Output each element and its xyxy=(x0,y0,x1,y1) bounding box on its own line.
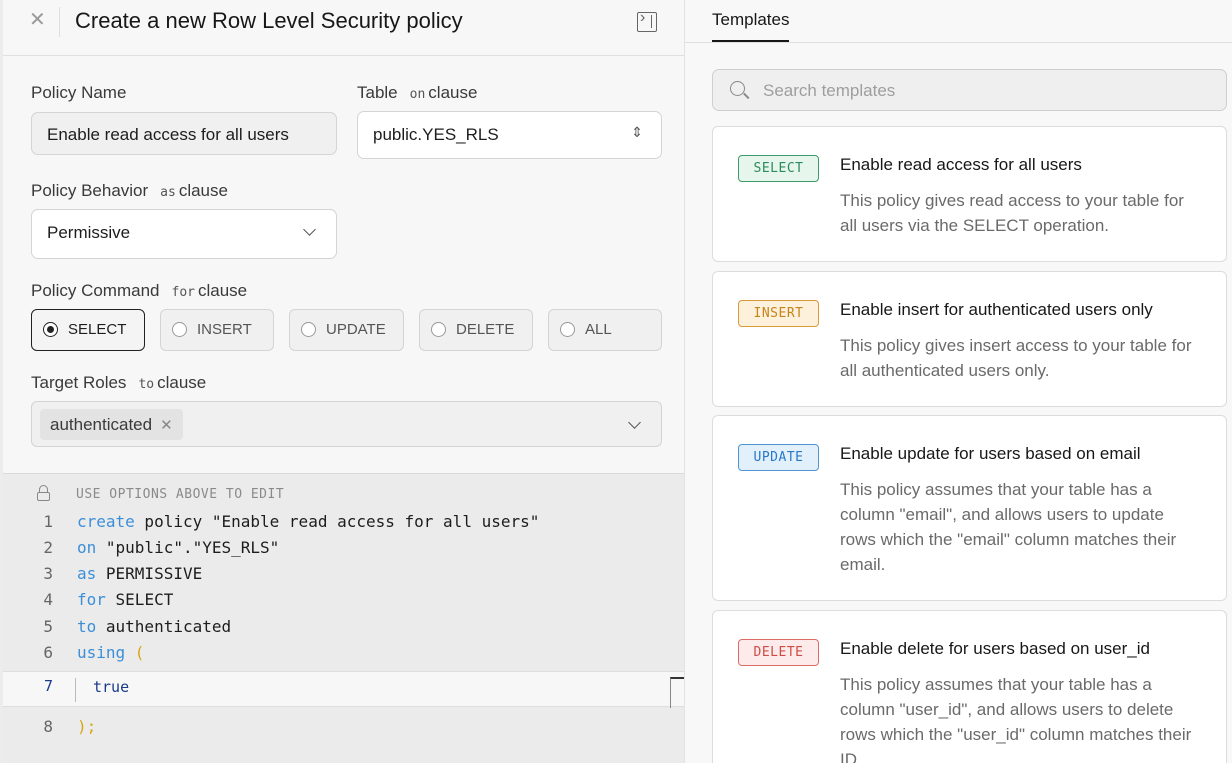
policy-command-label: Policy Command for clause xyxy=(31,281,248,300)
command-radio-select[interactable]: SELECT xyxy=(31,309,145,351)
search-icon xyxy=(730,81,745,96)
search-input[interactable] xyxy=(763,79,1203,103)
command-radio-insert[interactable]: INSERT xyxy=(160,309,274,351)
badge-update: UPDATE xyxy=(738,444,819,471)
template-search[interactable] xyxy=(712,69,1227,111)
line-number: 2 xyxy=(43,538,53,557)
template-description: This policy assumes that your table has … xyxy=(840,675,1192,763)
template-card-insert[interactable]: INSERT Enable insert for authenticated u… xyxy=(712,271,1227,407)
role-chip: authenticated ✕ xyxy=(40,409,183,440)
line-number: 3 xyxy=(43,564,53,583)
chevron-updown-icon: ⇕ xyxy=(631,124,643,140)
code-line: for SELECT xyxy=(77,590,174,609)
template-title: Enable update for users based on email xyxy=(840,444,1141,463)
code-line: as PERMISSIVE xyxy=(77,564,203,583)
remove-role-icon[interactable]: ✕ xyxy=(160,417,173,434)
radio-unchecked-icon xyxy=(431,322,446,337)
code-line: to authenticated xyxy=(77,617,232,636)
policy-behavior-label: Policy Behavior as clause xyxy=(31,181,228,200)
command-option-label: ALL xyxy=(585,321,612,338)
lock-icon xyxy=(37,485,50,501)
toggle-panel-icon[interactable] xyxy=(637,9,657,32)
template-card-delete[interactable]: DELETE Enable delete for users based on … xyxy=(712,610,1227,763)
template-description: This policy gives read access to your ta… xyxy=(840,191,1184,235)
policy-name-label: Policy Name xyxy=(31,83,127,102)
tab-bar: Templates xyxy=(685,0,1232,43)
table-label: Table on clause xyxy=(357,83,478,102)
role-chip-label: authenticated xyxy=(50,415,153,434)
template-card-update[interactable]: UPDATE Enable update for users based on … xyxy=(712,415,1227,601)
radio-unchecked-icon xyxy=(301,322,316,337)
line-number: 1 xyxy=(43,512,53,531)
policy-editor-panel: ✕ Create a new Row Level Security policy… xyxy=(0,0,687,763)
badge-insert: INSERT xyxy=(738,300,819,327)
template-card-select[interactable]: SELECT Enable read access for all users … xyxy=(712,126,1227,262)
target-roles-label: Target Roles to clause xyxy=(31,373,207,392)
radio-unchecked-icon xyxy=(172,322,187,337)
command-radio-delete[interactable]: DELETE xyxy=(419,309,533,351)
table-select-value: public.YES_RLS xyxy=(373,125,499,144)
chevron-down-icon xyxy=(303,223,316,236)
line-number: 6 xyxy=(43,643,53,662)
using-expression[interactable]: true xyxy=(93,678,129,696)
tab-templates[interactable]: Templates xyxy=(712,10,790,42)
command-radio-all[interactable]: ALL xyxy=(548,309,662,351)
template-title: Enable insert for authenticated users on… xyxy=(840,300,1153,319)
line-number: 7 xyxy=(43,677,53,695)
policy-name-input[interactable]: Enable read access for all users xyxy=(31,112,337,155)
template-description: This policy assumes that your table has … xyxy=(840,480,1177,574)
badge-delete: DELETE xyxy=(738,639,819,666)
template-description: This policy gives insert access to your … xyxy=(840,336,1192,380)
command-option-label: INSERT xyxy=(197,321,252,338)
command-option-label: DELETE xyxy=(456,321,515,338)
radio-unchecked-icon xyxy=(560,322,575,337)
code-line: using ( xyxy=(77,643,145,662)
policy-behavior-value: Permissive xyxy=(47,223,131,242)
template-title: Enable delete for users based on user_id xyxy=(840,639,1150,658)
command-option-label: UPDATE xyxy=(326,321,386,338)
editor-hint: USE OPTIONS ABOVE TO EDIT xyxy=(76,487,285,502)
chevron-down-icon xyxy=(628,416,641,429)
target-roles-select[interactable]: authenticated ✕ xyxy=(31,401,662,447)
code-line: on "public"."YES_RLS" xyxy=(77,538,280,557)
policy-behavior-select[interactable]: Permissive xyxy=(31,209,337,259)
command-option-label: SELECT xyxy=(68,321,127,338)
table-select[interactable]: public.YES_RLS ⇕ xyxy=(357,111,662,159)
close-icon[interactable]: ✕ xyxy=(29,10,46,30)
templates-panel: Templates SELECT Enable read access for … xyxy=(684,0,1232,763)
line-number: 4 xyxy=(43,590,53,609)
header-divider xyxy=(59,7,60,37)
template-title: Enable read access for all users xyxy=(840,155,1082,174)
code-line: create policy "Enable read access for al… xyxy=(77,512,540,531)
badge-select: SELECT xyxy=(738,155,819,182)
radio-checked-icon xyxy=(43,322,58,337)
panel-header: ✕ Create a new Row Level Security policy xyxy=(3,0,684,56)
page-title: Create a new Row Level Security policy xyxy=(75,8,463,33)
line-number: 5 xyxy=(43,617,53,636)
line-number: 8 xyxy=(43,717,53,736)
code-line: ); xyxy=(77,717,97,736)
command-radio-update[interactable]: UPDATE xyxy=(289,309,404,351)
line-indent-guide xyxy=(75,678,76,702)
